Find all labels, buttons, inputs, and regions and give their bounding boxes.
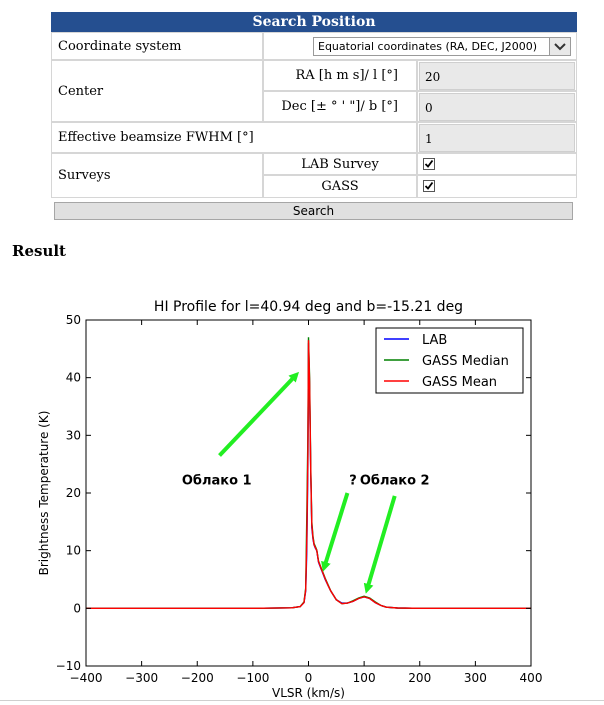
coordinate-system-cell: Equatorial coordinates (RA, DEC, J2000) xyxy=(263,32,577,60)
x-tick-label: 200 xyxy=(408,671,431,685)
lab-survey-label: LAB Survey xyxy=(263,153,417,175)
x-tick-label: 400 xyxy=(520,671,543,685)
checkmark-icon xyxy=(424,181,434,190)
coordinate-system-value: Equatorial coordinates (RA, DEC, J2000) xyxy=(318,40,538,53)
x-tick-label: 300 xyxy=(464,671,487,685)
gass-label: GASS xyxy=(263,175,417,198)
y-tick-label: 10 xyxy=(66,544,81,558)
annotation-arrow xyxy=(218,371,300,457)
chart-legend: LAB GASS Median GASS Mean xyxy=(375,327,524,394)
lab-survey-checkbox[interactable] xyxy=(423,158,435,170)
annotation-arrow xyxy=(363,495,397,594)
dec-input[interactable]: 0 xyxy=(419,93,575,121)
y-tick-label: −10 xyxy=(56,659,81,673)
gass-checkbox[interactable] xyxy=(423,180,435,192)
ra-input[interactable]: 20 xyxy=(419,62,575,90)
coordinate-system-select[interactable]: Equatorial coordinates (RA, DEC, J2000) xyxy=(313,37,571,56)
lab-survey-cell xyxy=(417,153,577,175)
surveys-label: Surveys xyxy=(51,153,263,198)
x-tick-label: −200 xyxy=(181,671,214,685)
x-tick-label: −100 xyxy=(236,671,269,685)
legend-entry: GASS Mean xyxy=(422,375,497,390)
annotation-arrow xyxy=(321,492,350,572)
chart-title: HI Profile for l=40.94 deg and b=-15.21 … xyxy=(154,299,463,315)
y-tick-label: 0 xyxy=(73,601,81,615)
annotation-label: Облако 1 xyxy=(182,473,252,488)
y-tick-label: 40 xyxy=(66,371,81,385)
x-axis-label: VLSR (km/s) xyxy=(272,686,345,700)
center-label: Center xyxy=(51,60,263,122)
dec-label: Dec [± ° ' "]/ b [°] xyxy=(263,91,417,122)
hi-profile-chart: HI Profile for l=40.94 deg and b=-15.21 … xyxy=(37,299,542,700)
y-tick-label: 50 xyxy=(66,313,81,327)
legend-entry: GASS Median xyxy=(422,354,509,369)
beamsize-label: Effective beamsize FWHM [°] xyxy=(51,122,417,153)
checkmark-icon xyxy=(424,159,434,168)
gass-cell xyxy=(417,175,577,198)
coordinate-system-label: Coordinate system xyxy=(51,32,263,60)
annotation-label: ? xyxy=(349,473,357,488)
chevron-down-icon xyxy=(549,38,570,55)
form-header: Search Position xyxy=(51,12,577,32)
chart-plot-layer: HI Profile for l=40.94 deg and b=-15.21 … xyxy=(37,299,542,700)
x-tick-label: 0 xyxy=(305,671,313,685)
x-tick-label: −300 xyxy=(125,671,158,685)
annotation-label: Облако 2 xyxy=(360,473,430,488)
bottom-divider xyxy=(0,700,604,701)
y-axis-label: Brightness Temperature (K) xyxy=(37,411,51,576)
ra-label: RA [h m s]/ l [°] xyxy=(263,60,417,91)
result-heading: Result xyxy=(12,242,66,260)
y-tick-label: 20 xyxy=(66,486,81,500)
x-tick-label: −400 xyxy=(70,671,103,685)
x-tick-label: 100 xyxy=(353,671,376,685)
beamsize-input[interactable]: 1 xyxy=(419,124,575,152)
search-position-form: Search Position Coordinate system Equato… xyxy=(51,12,577,223)
y-tick-label: 30 xyxy=(66,428,81,442)
search-button[interactable]: Search xyxy=(54,202,573,220)
legend-entry: LAB xyxy=(422,333,447,348)
